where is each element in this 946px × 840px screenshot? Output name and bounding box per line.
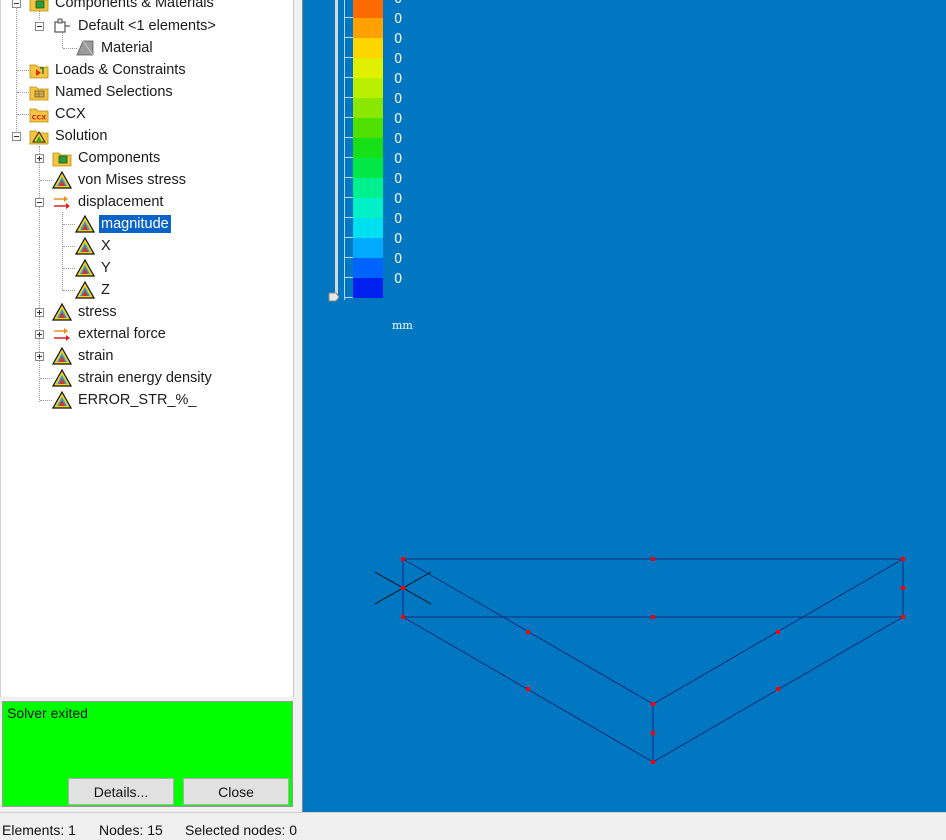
result-icon — [52, 391, 72, 409]
folder-ccx-icon: CCX — [29, 108, 49, 123]
tree-label: CCX — [55, 106, 86, 122]
mesh-node — [776, 687, 780, 691]
tree-item-z[interactable]: Z — [1, 281, 295, 303]
status-bar: Elements: 1 Nodes: 15 Selected nodes: 0 — [0, 812, 946, 840]
details-button[interactable]: Details... — [68, 778, 174, 805]
mesh-node — [401, 615, 405, 619]
mesh-view[interactable] — [303, 0, 946, 812]
tree-label: strain — [78, 348, 114, 364]
tree-label: Named Selections — [55, 84, 173, 100]
mesh-node — [526, 630, 530, 634]
tree-label: X — [101, 238, 111, 254]
solver-status-pane: Solver exited Details... Close — [0, 697, 294, 810]
result-icon — [75, 259, 95, 277]
nodes-count: Nodes: 15 — [99, 822, 163, 838]
collapse-icon[interactable] — [12, 0, 21, 8]
collapse-icon[interactable] — [12, 132, 21, 141]
tree-item-error-str[interactable]: ERROR_STR_%_ — [1, 391, 295, 413]
mesh-node — [651, 760, 655, 764]
tree-item-y[interactable]: Y — [1, 259, 295, 281]
expand-icon[interactable] — [35, 352, 44, 361]
tree-label: Default <1 elements> — [78, 18, 216, 34]
tree-label: Y — [101, 260, 111, 276]
solver-status-text: Solver exited — [7, 705, 88, 721]
tree-label: displacement — [78, 194, 164, 210]
model-tree: Components & Materials Default <1 elemen… — [1, 0, 295, 697]
mesh-node — [651, 702, 655, 706]
tree-item-solution[interactable]: Solution — [1, 127, 295, 149]
folder-solution-icon — [29, 130, 49, 145]
result-icon — [75, 215, 95, 233]
mesh-node — [776, 630, 780, 634]
tree-item-material[interactable]: Material — [1, 39, 295, 61]
mesh-node — [651, 731, 655, 735]
mesh-edge — [402, 558, 904, 618]
group-icon — [54, 18, 70, 33]
mesh-nodes — [401, 557, 905, 764]
tree-item-von-mises-stress[interactable]: von Mises stress — [1, 171, 295, 193]
tree-item-displacement[interactable]: displacement — [1, 193, 295, 215]
folder-loads-icon — [29, 64, 49, 79]
tree-label: Components — [78, 150, 161, 166]
tree-label: Z — [101, 282, 110, 298]
result-icon — [75, 281, 95, 299]
tree-item-external-force[interactable]: external force — [1, 325, 295, 347]
mesh-node — [401, 557, 405, 561]
tree-label: external force — [78, 326, 166, 342]
mesh-node — [901, 615, 905, 619]
tree-label: Material — [101, 40, 153, 56]
mesh-node — [401, 586, 405, 590]
expand-icon[interactable] — [35, 330, 44, 339]
tree-label: von Mises stress — [78, 172, 186, 188]
result-icon — [52, 303, 72, 321]
tree-item-x[interactable]: X — [1, 237, 295, 259]
tree-label: Loads & Constraints — [55, 62, 186, 78]
folder-components-icon — [29, 0, 49, 12]
collapse-icon[interactable] — [35, 22, 44, 31]
mesh-edge — [402, 558, 904, 705]
mesh-node — [651, 557, 655, 561]
expand-icon[interactable] — [35, 308, 44, 317]
graphics-viewport[interactable]: 000000000000000 mm — [302, 0, 946, 812]
elements-count: Elements: 1 — [2, 822, 76, 838]
mesh-node — [901, 586, 905, 590]
mesh-node — [651, 615, 655, 619]
selected-nodes-count: Selected nodes: 0 — [185, 822, 298, 838]
material-icon — [76, 40, 94, 56]
tree-label: ERROR_STR_%_ — [78, 392, 197, 408]
tree-label-selected: magnitude — [99, 215, 171, 233]
result-icon — [52, 369, 72, 387]
tree-item-strain-energy-density[interactable]: strain energy density — [1, 369, 295, 391]
folder-selections-icon — [29, 86, 49, 101]
folder-components-icon — [52, 152, 72, 167]
tree-item-stress[interactable]: stress — [1, 303, 295, 325]
collapse-icon[interactable] — [35, 198, 44, 207]
ccx-icon-text: CCX — [32, 114, 47, 122]
tree-label: Solution — [55, 128, 108, 144]
tree-item-solution-components[interactable]: Components — [1, 149, 295, 171]
tree-item-components-materials[interactable]: Components & Materials — [1, 0, 295, 16]
result-icon — [52, 347, 72, 365]
mesh-node — [526, 687, 530, 691]
tree-item-default-group[interactable]: Default <1 elements> — [1, 17, 295, 39]
expand-icon[interactable] — [35, 154, 44, 163]
result-icon — [52, 171, 72, 189]
tree-label: Components & Materials — [55, 0, 214, 11]
mesh-node — [901, 557, 905, 561]
vector-result-icon — [54, 196, 70, 209]
model-tree-panel: Components & Materials Default <1 elemen… — [0, 0, 294, 697]
tree-item-magnitude[interactable]: magnitude — [1, 215, 295, 237]
tree-label: strain energy density — [78, 370, 212, 386]
result-icon — [75, 237, 95, 255]
tree-item-loads-constraints[interactable]: Loads & Constraints — [1, 61, 295, 83]
tree-item-ccx[interactable]: CCX CCX — [1, 105, 295, 127]
tree-item-strain[interactable]: strain — [1, 347, 295, 369]
close-button[interactable]: Close — [183, 778, 289, 805]
tree-item-named-selections[interactable]: Named Selections — [1, 83, 295, 105]
tree-label: stress — [78, 304, 117, 320]
vector-result-icon — [54, 328, 70, 341]
